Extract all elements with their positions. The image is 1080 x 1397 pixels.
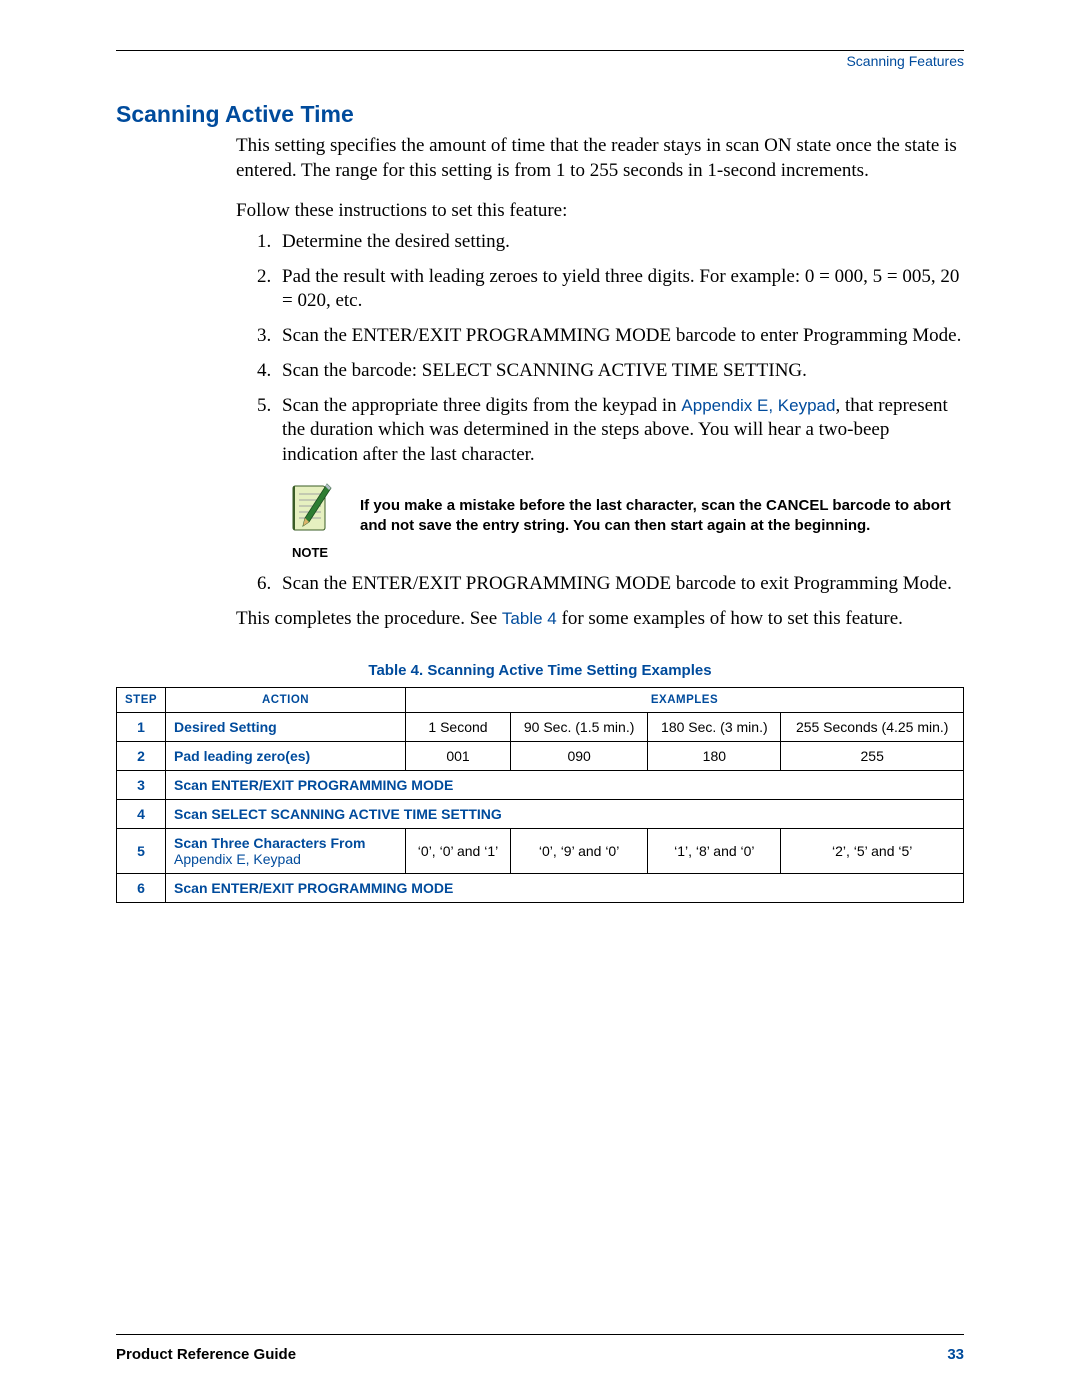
cell-ex: ‘0’, ‘0’ and ‘1’ [406, 828, 511, 873]
note-text: If you make a mistake before the last ch… [360, 482, 964, 537]
cell-step: 3 [117, 770, 166, 799]
cell-action: Desired Setting [166, 712, 406, 741]
cell-step: 4 [117, 799, 166, 828]
th-step: STEP [117, 687, 166, 712]
intro-paragraph: This setting specifies the amount of tim… [236, 134, 964, 183]
table-row: 3 Scan ENTER/EXIT PROGRAMMING MODE [117, 770, 964, 799]
cell-step: 5 [117, 828, 166, 873]
cell-ex: ‘0’, ‘9’ and ‘0’ [510, 828, 647, 873]
footer-page-number: 33 [947, 1346, 964, 1363]
cell-action: Pad leading zero(es) [166, 741, 406, 770]
notepad-icon [285, 482, 335, 542]
appendix-link-table[interactable]: Appendix E, Keypad [174, 851, 301, 867]
completion-pre: This completes the procedure. See [236, 608, 502, 629]
cell-step: 1 [117, 712, 166, 741]
step-6: Scan the ENTER/EXIT PROGRAMMING MODE bar… [276, 572, 964, 597]
table-link[interactable]: Table 4 [502, 609, 557, 628]
th-examples: EXAMPLES [406, 687, 964, 712]
step-5-pre: Scan the appropriate three digits from t… [282, 395, 681, 416]
step-5: Scan the appropriate three digits from t… [276, 394, 964, 563]
cell-ex: 255 [781, 741, 964, 770]
step-2: Pad the result with leading zeroes to yi… [276, 265, 964, 314]
bottom-rule [116, 1334, 964, 1335]
step-1: Determine the desired setting. [276, 230, 964, 255]
cell-ex: 255 Seconds (4.25 min.) [781, 712, 964, 741]
completion-post: for some examples of how to set this fea… [557, 608, 903, 629]
note-block: NOTE If you make a mistake before the la… [282, 482, 964, 563]
top-rule [116, 50, 964, 51]
instruction-list: Determine the desired setting. Pad the r… [236, 230, 964, 597]
note-caption: NOTE [292, 545, 328, 562]
section-title: Scanning Active Time [116, 101, 964, 128]
header-section-label: Scanning Features [116, 53, 964, 69]
table-header-row: STEP ACTION EXAMPLES [117, 687, 964, 712]
cell-action-full: Scan SELECT SCANNING ACTIVE TIME SETTING [166, 799, 964, 828]
cell-ex: 090 [510, 741, 647, 770]
step-4: Scan the barcode: SELECT SCANNING ACTIVE… [276, 359, 964, 384]
cell-step: 2 [117, 741, 166, 770]
cell-step: 6 [117, 873, 166, 902]
table-row: 2 Pad leading zero(es) 001 090 180 255 [117, 741, 964, 770]
cell-ex: 1 Second [406, 712, 511, 741]
cell-action: Scan Three Characters From Appendix E, K… [166, 828, 406, 873]
cell-ex: 180 [648, 741, 781, 770]
follow-instructions: Follow these instructions to set this fe… [236, 199, 964, 224]
th-action: ACTION [166, 687, 406, 712]
cell-ex: 90 Sec. (1.5 min.) [510, 712, 647, 741]
appendix-link[interactable]: Appendix E, Keypad [681, 396, 835, 415]
table-row: 1 Desired Setting 1 Second 90 Sec. (1.5 … [117, 712, 964, 741]
table-row: 4 Scan SELECT SCANNING ACTIVE TIME SETTI… [117, 799, 964, 828]
footer-guide: Product Reference Guide [116, 1346, 296, 1363]
table-row: 5 Scan Three Characters From Appendix E,… [117, 828, 964, 873]
cell-action-full: Scan ENTER/EXIT PROGRAMMING MODE [166, 770, 964, 799]
table-row: 6 Scan ENTER/EXIT PROGRAMMING MODE [117, 873, 964, 902]
cell-ex: 180 Sec. (3 min.) [648, 712, 781, 741]
examples-table: STEP ACTION EXAMPLES 1 Desired Setting 1… [116, 687, 964, 903]
step-3: Scan the ENTER/EXIT PROGRAMMING MODE bar… [276, 324, 964, 349]
completion-paragraph: This completes the procedure. See Table … [236, 607, 964, 632]
table-caption: Table 4. Scanning Active Time Setting Ex… [116, 662, 964, 679]
cell-action-full: Scan ENTER/EXIT PROGRAMMING MODE [166, 873, 964, 902]
cell-ex: 001 [406, 741, 511, 770]
cell-ex: ‘1’, ‘8’ and ‘0’ [648, 828, 781, 873]
cell-ex: ‘2’, ‘5’ and ‘5’ [781, 828, 964, 873]
action-bold-part: Scan Three Characters From [174, 835, 365, 851]
